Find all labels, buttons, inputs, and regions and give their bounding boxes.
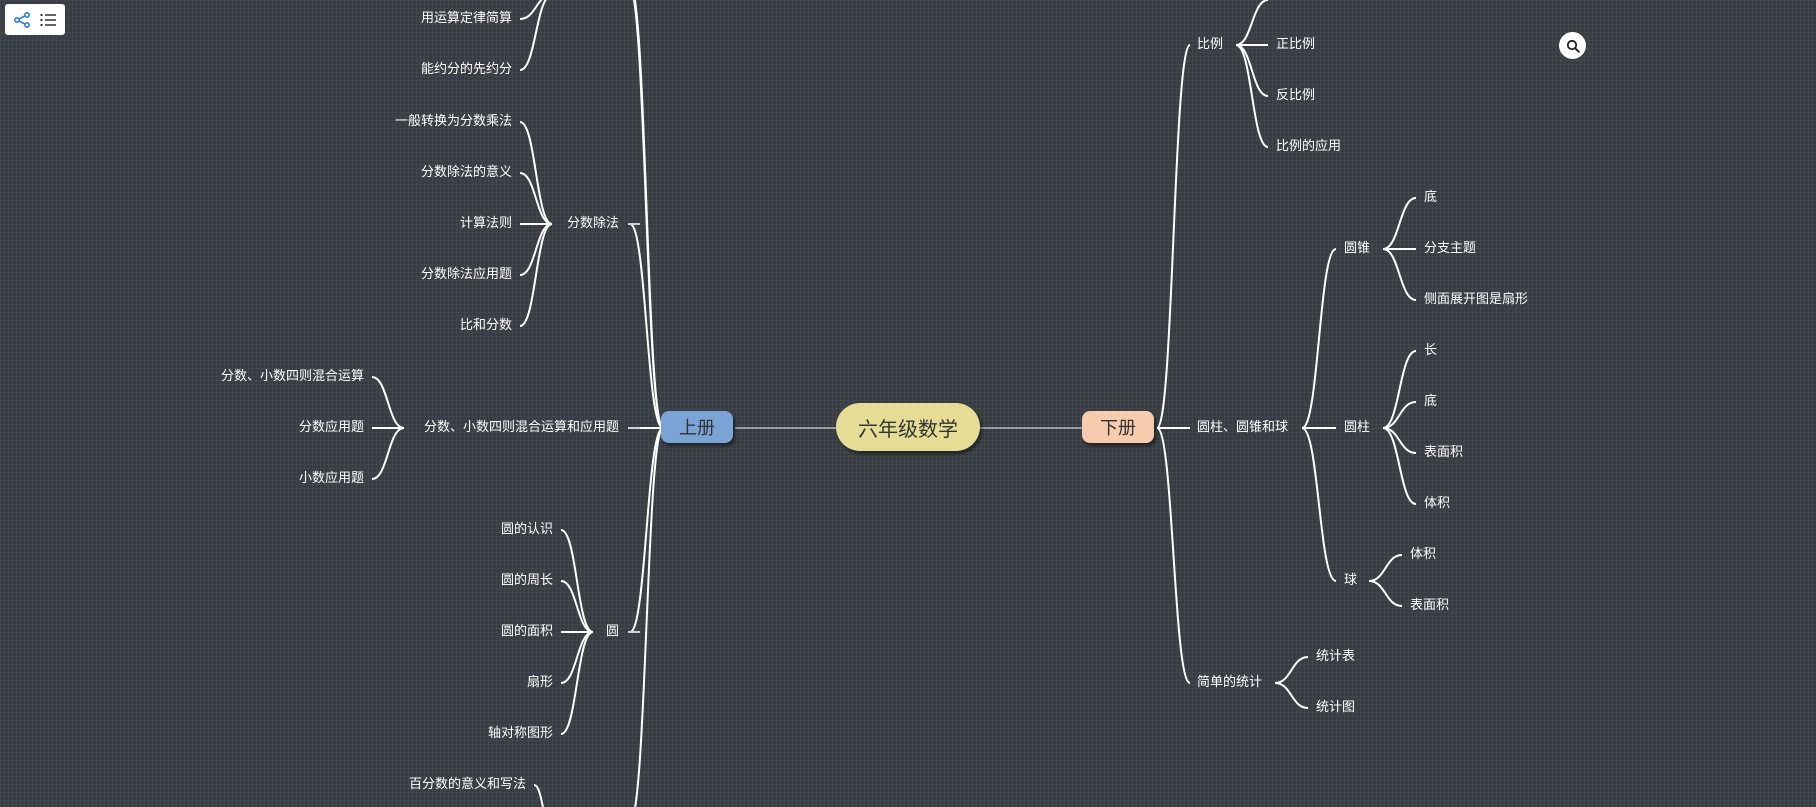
leaf-node[interactable]: 底 [1424,394,1437,410]
leaf-node[interactable]: 扇形 [527,675,553,691]
edge-child [1235,0,1269,46]
outline-list-icon [40,13,56,26]
leaf-node[interactable]: 统计图 [1316,700,1355,716]
edge-lower-group [1156,44,1191,429]
edge-child [519,172,553,225]
edge-child [1368,554,1403,582]
leaf-node[interactable]: 分数、小数四则混合运算 [221,369,364,385]
edge-child [519,0,543,20]
leaf-node[interactable]: 分数应用题 [299,420,364,436]
topic-node-mixed-operations[interactable]: 分数、小数四则混合运算和应用题 [424,420,619,436]
edge-lower-group [1156,427,1191,684]
edge-child [1274,682,1309,709]
leaf-node[interactable]: 分数除法应用题 [421,267,512,283]
edge-child [560,631,594,684]
leaf-node[interactable]: 分数除法的意义 [421,165,512,181]
edge-child [519,121,553,225]
edge-child [1382,248,1417,301]
leaf-node[interactable]: 长 [1424,343,1437,359]
topic-node-circle[interactable]: 圆 [606,624,619,640]
topic-node-solids[interactable]: 圆柱、圆锥和球 [1197,420,1288,436]
leaf-node[interactable]: 计算法则 [460,216,512,232]
mindmap-canvas[interactable]: 六年级数学 上册 下册 用运算定律简算 能约分的先约分 分数除法 一般转换为分数… [0,0,1816,807]
topic-node-cone[interactable]: 圆锥 [1344,241,1370,257]
edge-child [1274,656,1309,684]
view-toolbar [5,4,65,35]
leaf-node[interactable]: 一般转换为分数乘法 [395,114,512,130]
leaf-node[interactable]: 小数应用题 [299,471,364,487]
leaf-node[interactable]: 圆的面积 [501,624,553,640]
root-node[interactable]: 六年级数学 [836,403,980,451]
edge-upper-group [629,223,664,429]
leaf-node[interactable]: 比和分数 [460,318,512,334]
leaf-node[interactable]: 表面积 [1410,598,1449,614]
leaf-node[interactable]: 侧面展开图是扇形 [1424,292,1528,308]
edge-child [519,223,553,276]
leaf-node[interactable]: 反比例 [1276,88,1315,104]
leaf-node[interactable]: 正比例 [1276,37,1315,53]
leaf-node[interactable]: 体积 [1424,496,1450,512]
leaf-node[interactable]: 体积 [1410,547,1436,563]
edge-child [560,631,594,735]
leaf-node[interactable]: 统计表 [1316,649,1355,665]
topic-node-sphere[interactable]: 球 [1344,573,1357,589]
edge-upper-group [629,427,664,633]
edge-upper-group [634,427,664,807]
topic-node-proportion[interactable]: 比例 [1197,37,1223,53]
edge-child [560,580,594,633]
edge-child [1301,248,1337,429]
edge-child [1235,44,1269,148]
leaf-node[interactable]: 百分数的意义和写法 [409,777,526,793]
leaf-node[interactable]: 轴对称图形 [488,726,553,742]
volume-node-upper[interactable]: 上册 [661,411,733,443]
leaf-node[interactable]: 底 [1424,190,1437,206]
edge-child [519,0,547,71]
edge-child [371,427,405,480]
leaf-node[interactable]: 圆的认识 [501,522,553,538]
topic-node[interactable]: 能约分的先约分 [421,62,512,78]
mindmap-view-button[interactable] [11,9,33,31]
leaf-node[interactable]: 比例的应用 [1276,139,1341,155]
edge-upper-group [632,0,664,429]
edge-child [1382,197,1417,250]
outline-view-button[interactable] [37,9,59,31]
edge-child [560,529,594,633]
edge-child [533,784,544,807]
edge-child [371,376,405,429]
topic-node-cylinder[interactable]: 圆柱 [1344,420,1370,436]
topic-node-statistics[interactable]: 简单的统计 [1197,675,1262,691]
search-button[interactable] [1559,32,1586,59]
edge-child [1368,580,1403,607]
search-icon [1566,39,1580,53]
edge-child [1301,427,1337,582]
edge-child [519,223,553,327]
topic-node[interactable]: 用运算定律简算 [421,11,512,27]
volume-node-lower[interactable]: 下册 [1082,411,1154,443]
edge-child [1235,44,1269,97]
leaf-node[interactable]: 分支主题 [1424,241,1476,257]
leaf-node[interactable]: 圆的周长 [501,573,553,589]
mindmap-icon [13,11,31,28]
topic-node-fraction-division[interactable]: 分数除法 [567,216,619,232]
leaf-node[interactable]: 表面积 [1424,445,1463,461]
